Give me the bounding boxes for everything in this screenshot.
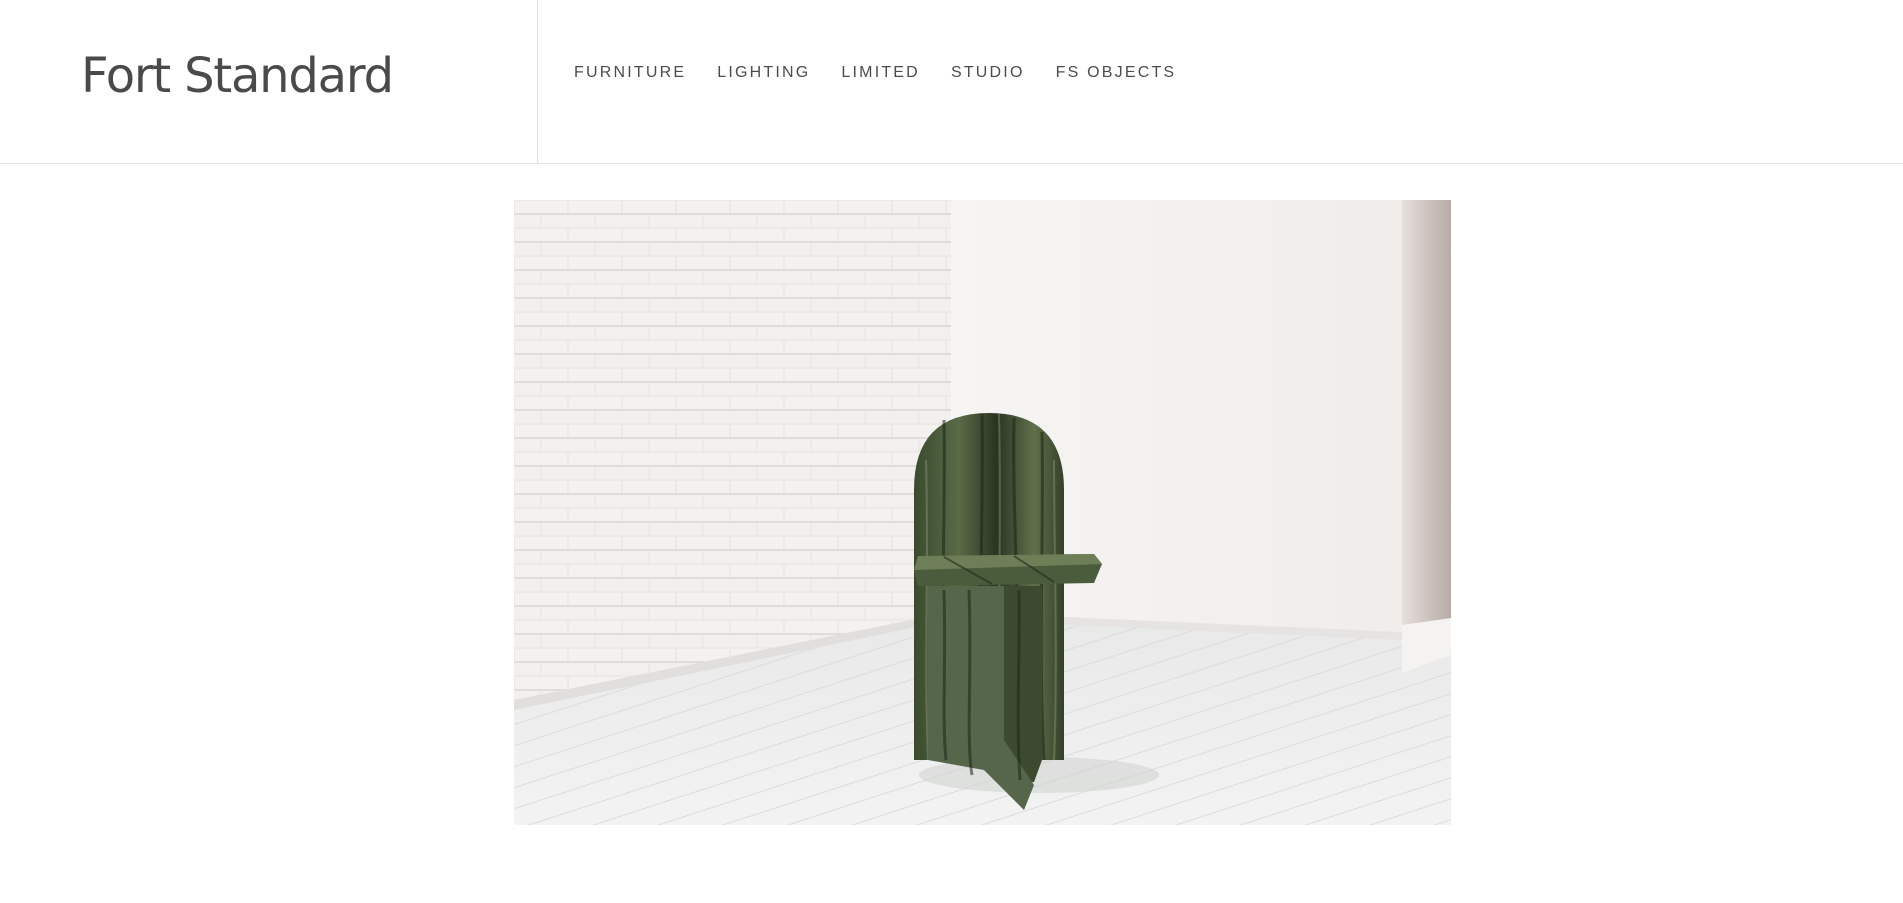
logo-area: Fort Standard	[0, 0, 538, 163]
brand-logo-link[interactable]: Fort Standard	[81, 48, 394, 104]
nav-item-lighting[interactable]: LIGHTING	[717, 64, 810, 82]
site-header: Fort Standard FURNITURE LIGHTING LIMITED…	[0, 0, 1903, 164]
nav-item-fs-objects[interactable]: FS OBJECTS	[1056, 64, 1177, 82]
hero-image[interactable]	[514, 200, 1451, 825]
nav-item-studio[interactable]: STUDIO	[951, 64, 1025, 82]
chair-photo	[514, 200, 1451, 825]
wall-pillar	[1402, 200, 1451, 640]
page: Fort Standard FURNITURE LIGHTING LIMITED…	[0, 0, 1903, 903]
nav-item-limited[interactable]: LIMITED	[841, 64, 920, 82]
main-nav: FURNITURE LIGHTING LIMITED STUDIO FS OBJ…	[574, 64, 1176, 82]
nav-item-furniture[interactable]: FURNITURE	[574, 64, 686, 82]
